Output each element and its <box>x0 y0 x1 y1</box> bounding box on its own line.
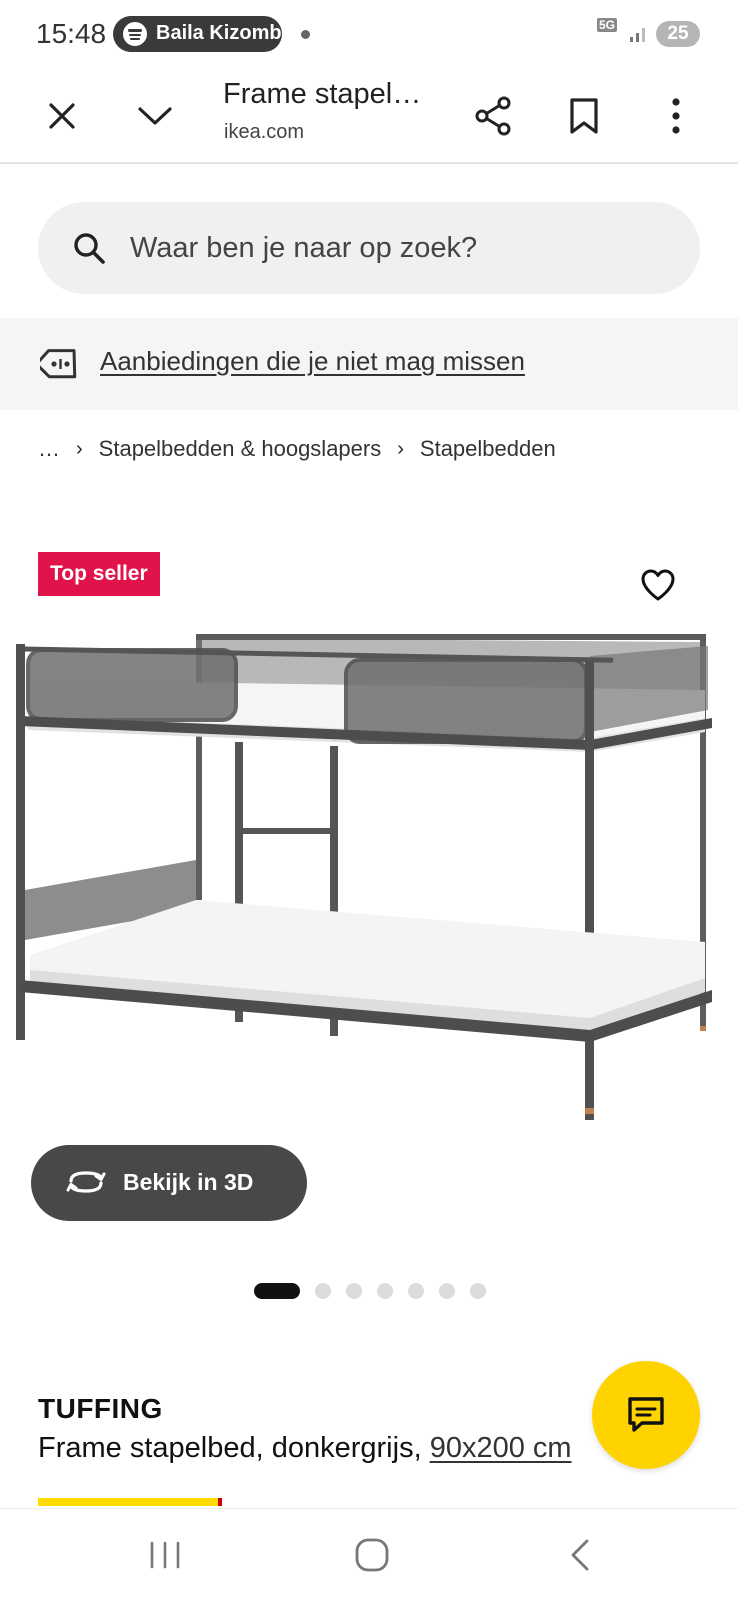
breadcrumb: … › Stapelbedden & hoogslapers › Stapelb… <box>38 436 556 462</box>
home-icon[interactable] <box>342 1531 402 1579</box>
search-box[interactable] <box>38 202 700 294</box>
signal-icon <box>630 28 645 42</box>
chevron-right-icon: › <box>397 437 404 460</box>
carousel-dot[interactable] <box>346 1283 362 1299</box>
notification-dot <box>301 30 310 39</box>
status-time: 15:48 <box>36 18 107 49</box>
discount-tag-icon <box>40 349 77 379</box>
chevron-right-icon: › <box>76 437 83 460</box>
rotate-3d-icon <box>66 1171 106 1193</box>
spotify-icon <box>123 22 147 46</box>
back-icon[interactable] <box>550 1531 610 1579</box>
breadcrumb-item[interactable]: Stapelbedden <box>420 436 556 462</box>
product-image[interactable] <box>0 620 738 1140</box>
product-size-link[interactable]: 90x200 cm <box>430 1432 572 1464</box>
network-type: 5G <box>597 18 618 32</box>
search-input[interactable] <box>130 220 670 276</box>
chat-button[interactable] <box>592 1361 700 1469</box>
carousel-dot[interactable] <box>439 1283 455 1299</box>
page-title[interactable]: Frame stapel… <box>223 78 421 111</box>
status-bar: 15:48 Baila Kizomba 5G 25 <box>0 0 738 68</box>
carousel-dot[interactable] <box>315 1283 331 1299</box>
chat-icon <box>628 1397 664 1432</box>
heart-icon[interactable] <box>640 568 676 602</box>
carousel-dot[interactable] <box>470 1283 486 1299</box>
page-domain[interactable]: ikea.com <box>224 121 304 144</box>
product-description-text: Frame stapelbed, donkergrijs, <box>38 1432 430 1464</box>
share-icon[interactable] <box>465 88 521 144</box>
carousel-dot[interactable] <box>408 1283 424 1299</box>
product-name: TUFFING <box>38 1393 163 1424</box>
media-playing-pill[interactable]: Baila Kizomba <box>113 16 282 52</box>
system-nav-bar <box>0 1508 738 1600</box>
media-title: Baila Kizomba <box>156 22 282 44</box>
breadcrumb-item[interactable]: Stapelbedden & hoogslapers <box>99 436 382 462</box>
bookmark-icon[interactable] <box>556 88 612 144</box>
chevron-down-icon[interactable] <box>127 88 183 144</box>
product-description: Frame stapelbed, donkergrijs, 90x200 cm <box>38 1432 638 1465</box>
browser-toolbar: Frame stapel… ikea.com <box>0 68 738 164</box>
breadcrumb-ellipsis[interactable]: … <box>38 436 60 462</box>
offers-banner: Aanbiedingen die je niet mag missen <box>0 318 738 410</box>
search-icon <box>74 233 105 264</box>
close-icon[interactable] <box>34 88 90 144</box>
more-vert-icon[interactable] <box>648 88 704 144</box>
image-carousel-indicator <box>254 1283 501 1299</box>
view-3d-button[interactable]: Bekijk in 3D <box>31 1145 307 1221</box>
carousel-dot[interactable] <box>377 1283 393 1299</box>
carousel-dot[interactable] <box>254 1283 300 1299</box>
top-seller-badge: Top seller <box>38 552 160 596</box>
battery-indicator: 25 <box>656 21 700 47</box>
view-3d-label: Bekijk in 3D <box>123 1169 254 1195</box>
recent-apps-icon[interactable] <box>135 1531 195 1579</box>
price-accent-bar <box>38 1498 222 1506</box>
offers-link[interactable]: Aanbiedingen die je niet mag missen <box>100 346 525 377</box>
